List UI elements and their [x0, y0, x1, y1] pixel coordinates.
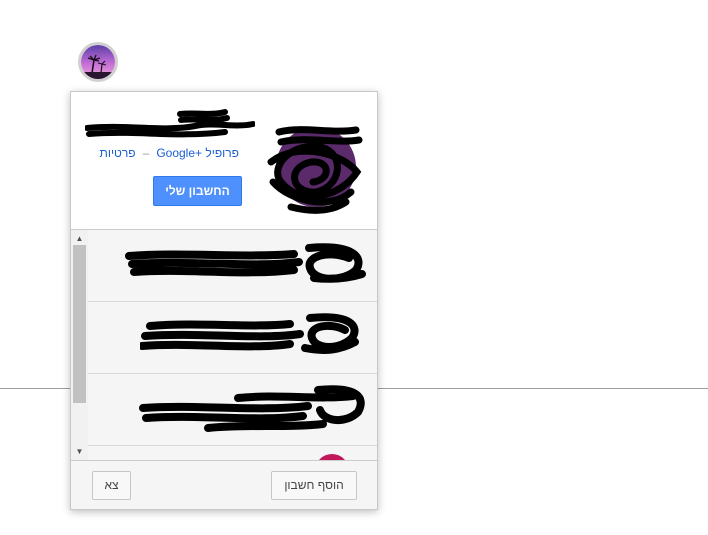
- popup-footer: הוסף חשבון צא: [71, 460, 377, 509]
- privacy-link[interactable]: פרטיות: [100, 146, 136, 160]
- redacted-account-info: [139, 385, 365, 432]
- add-account-button[interactable]: הוסף חשבון: [271, 471, 357, 500]
- redacted-account-name: [85, 109, 255, 138]
- my-account-button[interactable]: החשבון שלי: [153, 176, 242, 206]
- profile-links: פרופיל +Google–פרטיות: [100, 146, 239, 160]
- account-switcher-popup: פרופיל +Google–פרטיות החשבון שלי ▲ ▼ הוס…: [70, 91, 378, 510]
- link-separator: –: [142, 146, 150, 160]
- redacted-account-info: [125, 243, 366, 283]
- redacted-profile-photo: [267, 126, 363, 214]
- account-list-item[interactable]: [88, 374, 377, 446]
- account-list[interactable]: ▲ ▼: [71, 230, 377, 460]
- sign-out-button[interactable]: צא: [92, 471, 131, 500]
- current-account-header: פרופיל +Google–פרטיות החשבון שלי: [71, 92, 377, 230]
- account-avatar-button[interactable]: [78, 42, 118, 82]
- account-list-item[interactable]: [88, 230, 377, 302]
- scroll-up-arrow-icon[interactable]: ▲: [71, 232, 88, 245]
- scroll-down-arrow-icon[interactable]: ▼: [71, 445, 88, 458]
- palm-tree-icon: [81, 45, 115, 79]
- account-list-item[interactable]: [88, 302, 377, 374]
- page: פרופיל +Google–פרטיות החשבון שלי ▲ ▼ הוס…: [0, 0, 708, 535]
- scrollbar-thumb[interactable]: [73, 245, 86, 403]
- google-plus-profile-link[interactable]: פרופיל +Google: [156, 146, 239, 160]
- redacted-account-info: [140, 313, 359, 354]
- account-list-scrollbar[interactable]: ▲ ▼: [71, 230, 88, 460]
